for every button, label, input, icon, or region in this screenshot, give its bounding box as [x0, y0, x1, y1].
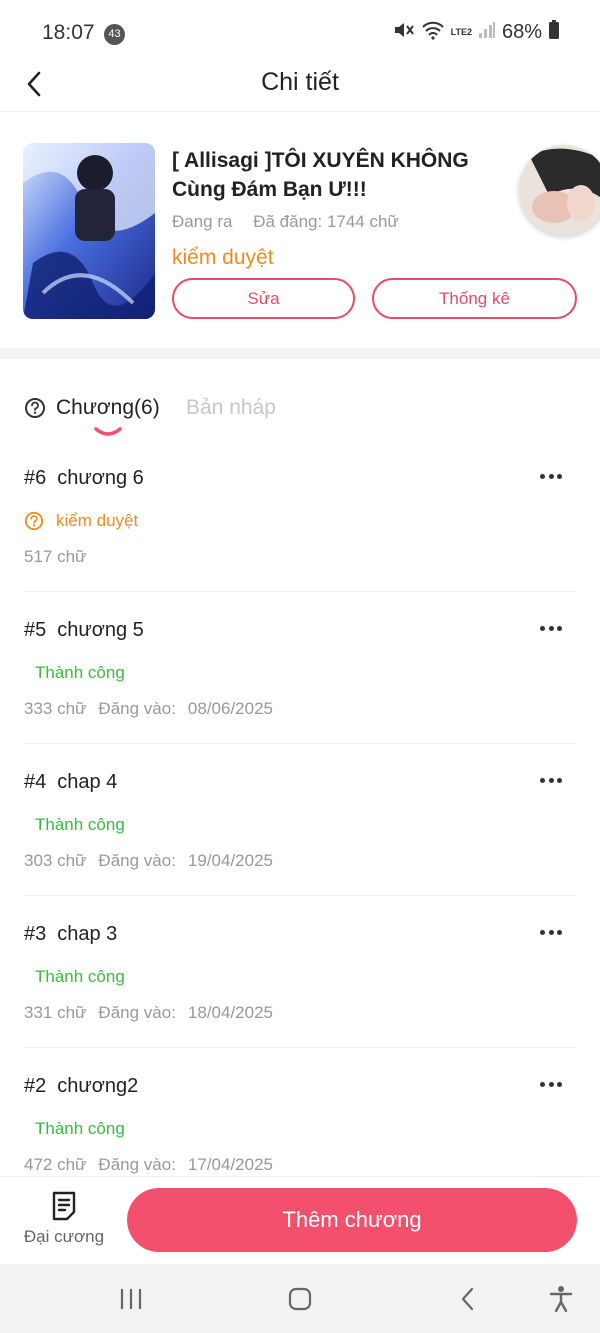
chapter-status: Thành công	[35, 1119, 125, 1138]
bottom-action-bar: Đại cương Thêm chương	[0, 1176, 600, 1264]
more-options-icon[interactable]	[540, 930, 562, 936]
battery-percent: 68%	[501, 21, 542, 43]
chapter-title: #5 chương 5	[24, 619, 144, 642]
chapter-word-count: 333 chữ	[24, 699, 87, 718]
more-options-icon[interactable]	[540, 474, 562, 480]
posted-date: 19/04/2025	[187, 851, 274, 870]
chapter-status-label: kiểm duyệt	[56, 511, 139, 530]
chapter-list: #6 chương 6 kiểm duyệt 517 chữ #5 chương 5…	[0, 440, 600, 1176]
mute-icon	[393, 20, 415, 45]
section-divider	[0, 348, 600, 359]
chapter-name: chương 6	[57, 467, 144, 489]
chapter-item[interactable]: #3 chap 3 Thành công 331 chữ Đăng vào: 18/0…	[24, 896, 576, 1048]
chapter-meta: 303 chữ Đăng vào: 19/04/2025	[24, 851, 273, 871]
chapter-name: chương 5	[57, 619, 144, 641]
chapter-meta: 472 chữ Đăng vào: 17/04/2025	[24, 1155, 273, 1175]
chapter-item[interactable]: #5 chương 5 Thành công 333 chữ Đăng vào: 08…	[24, 592, 576, 744]
chapter-name: chương2	[57, 1075, 139, 1097]
page-title: Chi tiết	[261, 68, 339, 96]
outline-button[interactable]: Đại cương	[16, 1191, 112, 1257]
accessibility-button[interactable]	[546, 1284, 576, 1314]
chapter-word-count: 472 chữ	[24, 1155, 87, 1174]
lte-indicator: LTE2	[450, 27, 472, 37]
book-cover-image[interactable]	[23, 143, 155, 319]
tab-chapters[interactable]: Chương(6)	[24, 396, 160, 420]
more-options-icon[interactable]	[540, 626, 562, 632]
chapter-title: #4 chap 4	[24, 771, 117, 794]
chapter-status: Thành công	[35, 663, 125, 682]
chapter-meta: 517 chữ	[24, 547, 86, 567]
chapter-title: #2 chương2	[24, 1075, 138, 1098]
chapter-word-count: 303 chữ	[24, 851, 87, 870]
document-icon	[16, 1191, 112, 1221]
home-icon	[288, 1287, 312, 1311]
more-options-icon[interactable]	[540, 1082, 562, 1088]
active-tab-indicator	[94, 427, 122, 436]
wifi-icon	[421, 20, 445, 45]
outline-label: Đại cương	[23, 1227, 105, 1246]
posted-date: 08/06/2025	[187, 699, 274, 718]
chapter-number: #4	[24, 771, 47, 793]
chapter-meta: 331 chữ Đăng vào: 18/04/2025	[24, 1003, 273, 1023]
chapter-meta: 333 chữ Đăng vào: 08/06/2025	[24, 699, 273, 719]
chapter-status: Thành công	[35, 967, 125, 986]
edit-button[interactable]: Sửa	[172, 278, 355, 319]
publish-state: Đang ra	[172, 212, 233, 231]
posted-label: Đăng vào:	[98, 1155, 176, 1174]
chapter-number: #6	[24, 467, 47, 489]
add-chapter-button[interactable]: Thêm chương	[127, 1188, 577, 1252]
author-avatar[interactable]	[519, 145, 600, 235]
chapter-status: Thành công	[35, 815, 125, 834]
status-icons: LTE2 68%	[393, 20, 560, 45]
accessibility-icon	[549, 1286, 573, 1313]
chapter-number: #3	[24, 923, 47, 945]
battery-icon	[548, 20, 560, 45]
system-back-button[interactable]	[453, 1284, 483, 1314]
recent-apps-icon	[120, 1289, 142, 1309]
system-nav-bar	[0, 1264, 600, 1333]
notification-count-badge: 43	[104, 24, 125, 45]
chapter-status: kiểm duyệt	[24, 511, 138, 531]
tab-chapters-label: Chương(6)	[56, 396, 160, 419]
chapter-word-count: 331 chữ	[24, 1003, 87, 1022]
chapter-item[interactable]: #2 chương2 Thành công 472 chữ Đăng vào: 17/…	[24, 1048, 576, 1176]
app-header: Chi tiết	[0, 56, 600, 112]
chapter-title: #6 chương 6	[24, 467, 144, 490]
chapter-tabs: Chương(6) Bản nháp	[0, 380, 600, 440]
home-button[interactable]	[285, 1284, 315, 1314]
book-word-count: Đã đăng: 1744 chữ	[253, 212, 399, 231]
posted-label: Đăng vào:	[98, 1003, 176, 1022]
book-title: [ Allisagi ]TÔI XUYÊN KHÔNG Cùng Đám Bạn…	[172, 149, 469, 201]
more-options-icon[interactable]	[540, 778, 562, 784]
posted-date: 18/04/2025	[187, 1003, 274, 1022]
chapter-word-count: 517 chữ	[24, 547, 87, 566]
status-time: 18:07	[42, 21, 95, 44]
tab-drafts[interactable]: Bản nháp	[186, 396, 276, 420]
chapter-number: #2	[24, 1075, 47, 1097]
posted-date: 17/04/2025	[187, 1155, 274, 1174]
question-circle-icon	[24, 511, 44, 531]
chapter-name: chap 3	[57, 923, 118, 945]
chapter-number: #5	[24, 619, 47, 641]
posted-label: Đăng vào:	[98, 851, 176, 870]
recent-apps-button[interactable]	[116, 1284, 146, 1314]
signal-icon	[478, 21, 496, 44]
chapter-item[interactable]: #4 chap 4 Thành công 303 chữ Đăng vào: 19/0…	[24, 744, 576, 896]
book-review-status: kiểm duyệt	[172, 246, 274, 269]
book-info-card: [ Allisagi ]TÔI XUYÊN KHÔNG Cùng Đám Bạn…	[0, 113, 600, 348]
chevron-left-icon	[461, 1287, 474, 1311]
question-circle-icon[interactable]	[24, 397, 46, 419]
chapter-title: #3 chap 3	[24, 923, 117, 946]
posted-label: Đăng vào:	[98, 699, 176, 718]
chapter-item[interactable]: #6 chương 6 kiểm duyệt 517 chữ	[24, 440, 576, 592]
statistics-button[interactable]: Thống kê	[372, 278, 577, 319]
status-bar: 18:07 43 LTE2 68%	[0, 0, 600, 64]
chapter-name: chap 4	[57, 771, 118, 793]
book-meta: Đang ra Đã đăng: 1744 chữ	[172, 212, 399, 232]
